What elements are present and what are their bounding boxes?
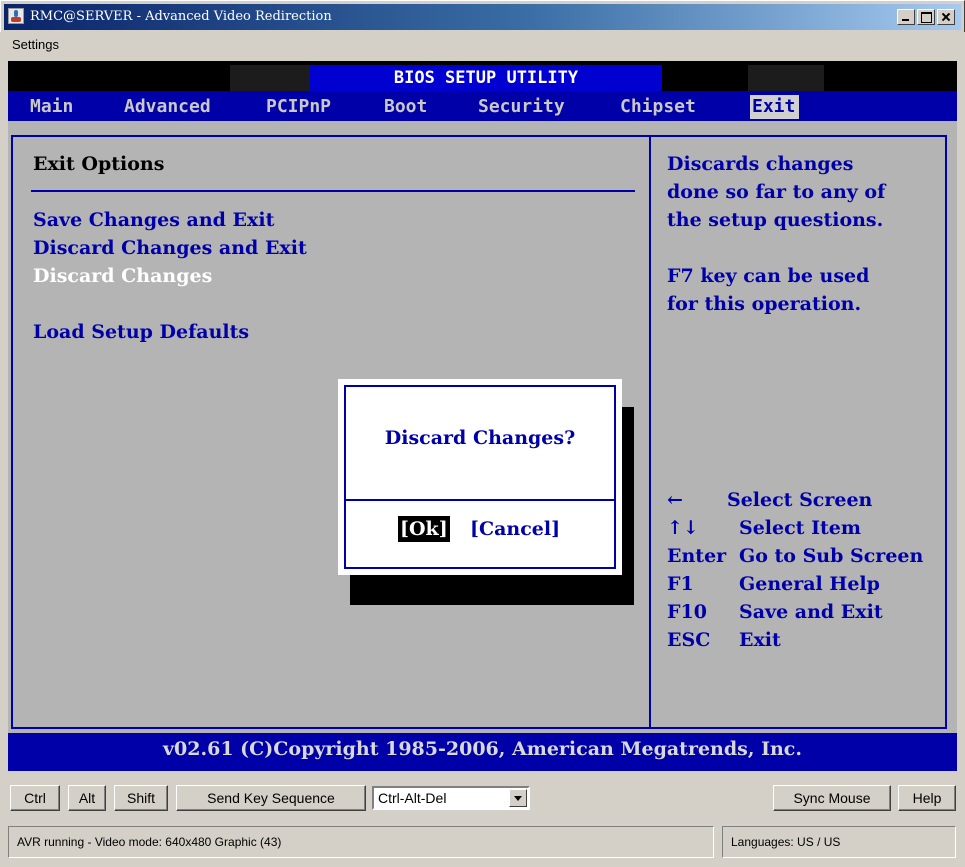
help-text-line: for this operation.: [667, 293, 862, 315]
bios-body: Exit Options Save Changes and Exit Disca…: [8, 121, 957, 743]
help-panel: Discards changes done so far to any of t…: [651, 135, 947, 729]
bios-tab-chipset[interactable]: Chipset: [620, 95, 696, 119]
window-titlebar[interactable]: RMC@SERVER - Advanced Video Redirection: [0, 0, 965, 32]
java-cup-icon: [8, 8, 24, 24]
dialog-divider: [346, 499, 614, 501]
bios-tab-security[interactable]: Security: [478, 95, 565, 119]
window-controls: [895, 9, 955, 25]
bios-copyright-footer: v02.61 (C)Copyright 1985-2006, American …: [8, 733, 957, 771]
option-save-changes-and-exit[interactable]: Save Changes and Exit: [33, 209, 274, 231]
minimize-button[interactable]: [897, 9, 915, 25]
key-select-screen: ←: [667, 489, 683, 511]
key-f10: F10: [667, 601, 707, 623]
help-text-line: the setup questions.: [667, 209, 884, 231]
key-toolbar: Ctrl Alt Shift Send Key Sequence Ctrl-Al…: [0, 776, 965, 822]
bios-tab-advanced[interactable]: Advanced: [124, 95, 211, 119]
key-sequence-select[interactable]: Ctrl-Alt-Del: [372, 786, 530, 810]
option-load-setup-defaults[interactable]: Load Setup Defaults: [33, 321, 249, 343]
key-esc: ESC: [667, 629, 711, 651]
key-desc-select-item: Select Item: [739, 517, 861, 539]
close-button[interactable]: [937, 9, 955, 25]
option-discard-changes-and-exit[interactable]: Discard Changes and Exit: [33, 237, 307, 259]
titlebar-background: RMC@SERVER - Advanced Video Redirection: [4, 4, 961, 30]
dialog-question: Discard Changes?: [384, 427, 576, 449]
bios-title: BIOS SETUP UTILITY: [310, 65, 662, 91]
menubar: Settings: [0, 32, 965, 58]
dialog-cancel-button[interactable]: [Cancel]: [470, 516, 560, 542]
bios-tab-exit[interactable]: Exit: [750, 95, 800, 119]
help-text-line: Discards changes: [667, 153, 854, 175]
key-sequence-value: Ctrl-Alt-Del: [378, 790, 447, 806]
key-desc-esc: Exit: [739, 629, 781, 651]
dialog-ok-button[interactable]: [Ok]: [398, 516, 450, 542]
heading-divider: [31, 190, 635, 192]
key-desc-f10: Save and Exit: [739, 601, 883, 623]
section-heading: Exit Options: [33, 153, 165, 175]
bios-tab-main[interactable]: Main: [30, 95, 73, 119]
shift-button[interactable]: Shift: [114, 785, 168, 811]
key-select-item: ↑↓: [667, 517, 699, 539]
help-text-line: done so far to any of: [667, 181, 886, 203]
bios-tab-boot[interactable]: Boot: [384, 95, 427, 119]
bios-tab-bar: Main Advanced PCIPnP Boot Security Chips…: [8, 91, 957, 121]
window-title: RMC@SERVER - Advanced Video Redirection: [30, 9, 332, 24]
bios-tab-pcipnp[interactable]: PCIPnP: [266, 95, 331, 119]
dialog-frame: Discard Changes? [Ok] [Cancel]: [344, 385, 616, 569]
status-bar: AVR running - Video mode: 640x480 Graphi…: [0, 822, 965, 867]
bios-title-row: BIOS SETUP UTILITY: [8, 61, 957, 91]
title-decoration-left: [230, 65, 310, 91]
sync-mouse-button[interactable]: Sync Mouse: [773, 785, 891, 811]
status-languages: Languages: US / US: [722, 826, 956, 858]
key-desc-select-screen: Select Screen: [727, 489, 873, 511]
ctrl-button[interactable]: Ctrl: [10, 785, 60, 811]
bios-screen[interactable]: BIOS SETUP UTILITY Main Advanced PCIPnP …: [8, 61, 957, 771]
maximize-button[interactable]: [917, 9, 935, 25]
key-desc-enter: Go to Sub Screen: [739, 545, 924, 567]
help-button[interactable]: Help: [898, 785, 956, 811]
key-enter: Enter: [667, 545, 727, 567]
send-key-sequence-button[interactable]: Send Key Sequence: [176, 785, 366, 811]
status-message: AVR running - Video mode: 640x480 Graphi…: [8, 826, 714, 858]
discard-changes-dialog: Discard Changes? [Ok] [Cancel]: [338, 379, 622, 575]
key-desc-f1: General Help: [739, 573, 880, 595]
alt-button[interactable]: Alt: [68, 785, 106, 811]
option-discard-changes[interactable]: Discard Changes: [33, 265, 212, 287]
key-f1: F1: [667, 573, 694, 595]
help-text-line: F7 key can be used: [667, 265, 870, 287]
chevron-down-icon[interactable]: [509, 789, 527, 807]
title-decoration-right: [748, 65, 824, 91]
menu-settings[interactable]: Settings: [12, 37, 59, 52]
